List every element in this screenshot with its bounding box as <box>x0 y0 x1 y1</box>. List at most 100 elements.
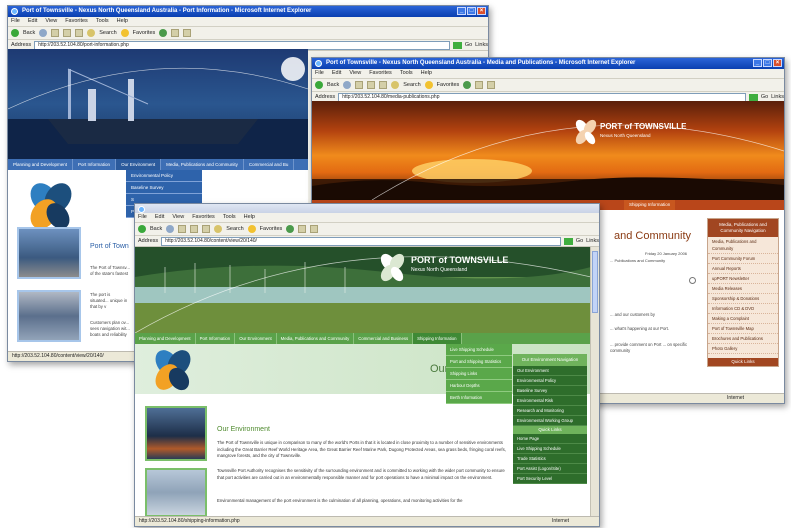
favorites-icon[interactable] <box>424 81 433 89</box>
go-button[interactable]: Go <box>761 94 768 100</box>
back-label[interactable]: Back <box>23 30 35 36</box>
nav-shipping-information[interactable]: Shipping Information <box>624 200 676 210</box>
home-icon[interactable] <box>379 81 388 89</box>
search-icon[interactable] <box>689 277 696 284</box>
quick-link[interactable]: Trade Statistics <box>513 454 587 464</box>
refresh-icon[interactable] <box>63 29 72 37</box>
maximize-button[interactable]: □ <box>763 59 772 67</box>
print-icon[interactable] <box>487 81 496 89</box>
forward-icon[interactable] <box>166 225 175 233</box>
media-icon[interactable] <box>286 225 295 233</box>
close-button[interactable]: × <box>773 59 782 67</box>
menu-help[interactable]: Help <box>244 213 255 222</box>
dropdown-live-shipping[interactable]: Live Shipping Schedule <box>446 344 512 356</box>
quick-link[interactable]: Live Shipping Schedule <box>513 444 587 454</box>
panel-item[interactable]: Research and Monitoring <box>513 406 587 416</box>
maximize-button[interactable]: □ <box>467 7 476 15</box>
menu-favorites[interactable]: Favorites <box>192 213 215 222</box>
stop-icon[interactable] <box>51 29 60 37</box>
panel-item[interactable]: Environmental Risk <box>513 396 587 406</box>
refresh-icon[interactable] <box>367 81 376 89</box>
window-title-bar[interactable]: Port of Townsville - Nexus North Queensl… <box>312 58 784 69</box>
close-button[interactable]: × <box>477 7 486 15</box>
go-icon[interactable] <box>748 93 758 101</box>
menu-edit[interactable]: Edit <box>28 17 37 26</box>
favorites-icon[interactable] <box>120 29 129 37</box>
panel-item[interactable]: Photo Gallery <box>708 344 778 354</box>
back-label[interactable]: Back <box>327 82 339 88</box>
menu-favorites[interactable]: Favorites <box>65 17 88 26</box>
back-icon[interactable] <box>11 29 19 37</box>
home-icon[interactable] <box>202 225 211 233</box>
panel-item[interactable]: Media, Publications and Community <box>708 237 778 254</box>
forward-icon[interactable] <box>39 29 48 37</box>
quick-link[interactable]: Port Assist (Logon/Site) <box>513 464 587 474</box>
go-icon[interactable] <box>452 41 462 49</box>
panel-item[interactable]: Media Releases <box>708 284 778 294</box>
search-label[interactable]: Search <box>403 82 420 88</box>
search-icon[interactable] <box>214 225 223 233</box>
search-label[interactable]: Search <box>99 30 116 36</box>
mail-icon[interactable] <box>298 225 307 233</box>
nav-our-environment[interactable]: Our Environment <box>116 159 162 170</box>
panel-item[interactable]: Brochures and Publications <box>708 334 778 344</box>
window-title-bar[interactable]: Port of Townsville - Nexus North Queensl… <box>8 6 488 17</box>
home-icon[interactable] <box>75 29 84 37</box>
panel-item[interactable]: Making a Complaint <box>708 314 778 324</box>
menu-edit[interactable]: Edit <box>155 213 164 222</box>
menu-edit[interactable]: Edit <box>332 69 341 78</box>
panel-item[interactable]: Annual Reports <box>708 264 778 274</box>
window-title-bar[interactable] <box>135 204 599 213</box>
back-icon[interactable] <box>138 225 146 233</box>
print-icon[interactable] <box>183 29 192 37</box>
back-icon[interactable] <box>315 81 323 89</box>
menu-view[interactable]: View <box>172 213 184 222</box>
menu-view[interactable]: View <box>45 17 57 26</box>
menu-help[interactable]: Help <box>117 17 128 26</box>
nav-our-environment[interactable]: Our Environment <box>235 333 277 344</box>
nav-commercial[interactable]: Commercial and Business <box>354 333 414 344</box>
search-icon[interactable] <box>391 81 400 89</box>
favorites-label[interactable]: Favorites <box>437 82 460 88</box>
mail-icon[interactable] <box>171 29 180 37</box>
panel-item[interactable]: Baseline Survey <box>513 386 587 396</box>
nav-media[interactable]: Media, Publications and Community <box>277 333 355 344</box>
search-icon[interactable] <box>87 29 96 37</box>
go-button[interactable]: Go <box>465 42 472 48</box>
menu-file[interactable]: File <box>315 69 324 78</box>
stop-icon[interactable] <box>355 81 364 89</box>
menu-tools[interactable]: Tools <box>96 17 109 26</box>
print-icon[interactable] <box>310 225 319 233</box>
dropdown-harbour-depths[interactable]: Harbour Depths <box>446 380 512 392</box>
links-button[interactable]: Links <box>586 238 599 244</box>
menu-file[interactable]: File <box>138 213 147 222</box>
media-icon[interactable] <box>463 81 472 89</box>
stop-icon[interactable] <box>178 225 187 233</box>
menu-help[interactable]: Help <box>421 69 432 78</box>
minimize-button[interactable]: _ <box>753 59 762 67</box>
menu-tools[interactable]: Tools <box>400 69 413 78</box>
panel-item[interactable]: Information CD & DVD <box>708 304 778 314</box>
menu-file[interactable]: File <box>11 17 20 26</box>
menu-tools[interactable]: Tools <box>223 213 236 222</box>
quick-link[interactable]: Home Page <box>513 434 587 444</box>
nav-port-information[interactable]: Port Information <box>73 159 117 170</box>
menu-favorites[interactable]: Favorites <box>369 69 392 78</box>
dropdown-statistics[interactable]: Port and Shipping Statistics <box>446 356 512 368</box>
vertical-scrollbar[interactable] <box>590 247 599 517</box>
favorites-label[interactable]: Favorites <box>133 30 156 36</box>
mail-icon[interactable] <box>475 81 484 89</box>
panel-item[interactable]: Environmental Working Group <box>513 416 587 426</box>
go-icon[interactable] <box>563 237 573 245</box>
quick-link[interactable]: Port Security Level <box>513 474 587 484</box>
panel-item[interactable]: Our Environment <box>513 366 587 376</box>
nav-planning[interactable]: Planning and Development <box>135 333 196 344</box>
nav-planning[interactable]: Planning and Development <box>8 159 74 170</box>
nav-port-information[interactable]: Port Information <box>196 333 236 344</box>
dropdown-shipping-links[interactable]: Shipping Links <box>446 368 512 380</box>
links-button[interactable]: Links <box>771 94 784 100</box>
go-button[interactable]: Go <box>576 238 583 244</box>
menu-view[interactable]: View <box>349 69 361 78</box>
forward-icon[interactable] <box>343 81 352 89</box>
dropdown-berth-information[interactable]: Berth Information <box>446 392 512 404</box>
